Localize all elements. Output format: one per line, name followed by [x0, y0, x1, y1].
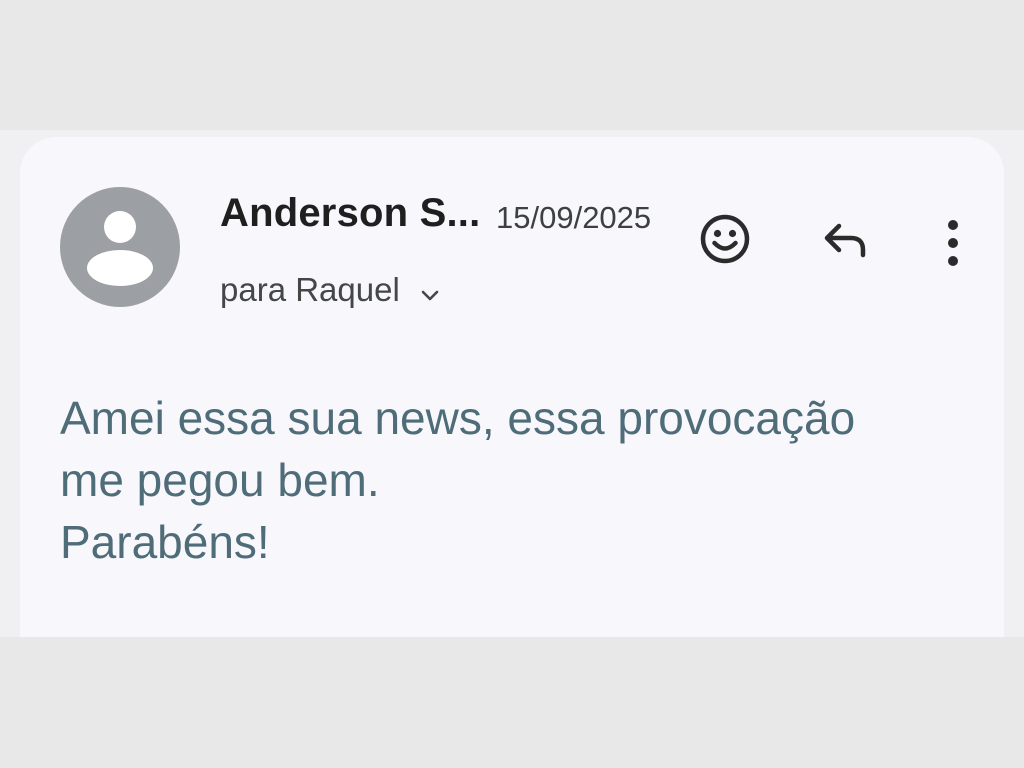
email-message-card: Anderson S... 15/09/2025 para Raquel Ame…	[20, 137, 1004, 637]
recipient-toggle[interactable]: para Raquel	[220, 271, 442, 309]
email-body: Amei essa sua news, essa provocação me p…	[60, 387, 980, 573]
emoji-smile-icon	[700, 214, 750, 264]
chevron-down-icon	[418, 278, 442, 302]
email-date: 15/09/2025	[496, 200, 652, 235]
reply-icon	[824, 223, 866, 258]
add-reaction-button[interactable]	[693, 207, 757, 271]
email-body-line: me pegou bem.	[60, 454, 380, 506]
person-avatar-icon	[87, 211, 153, 286]
sender-avatar[interactable]	[60, 187, 180, 307]
email-view: Anderson S... 15/09/2025 para Raquel Ame…	[0, 130, 1024, 637]
recipient-label: para Raquel	[220, 271, 400, 308]
sender-name[interactable]: Anderson S...	[220, 191, 480, 236]
reply-button[interactable]	[813, 207, 877, 271]
email-body-line: Amei essa sua news, essa provocação	[60, 392, 856, 444]
bottom-margin	[0, 637, 1024, 768]
top-margin	[0, 0, 1024, 130]
email-body-line: Parabéns!	[60, 516, 270, 568]
more-vert-icon	[948, 220, 958, 266]
more-options-button[interactable]	[917, 207, 981, 271]
